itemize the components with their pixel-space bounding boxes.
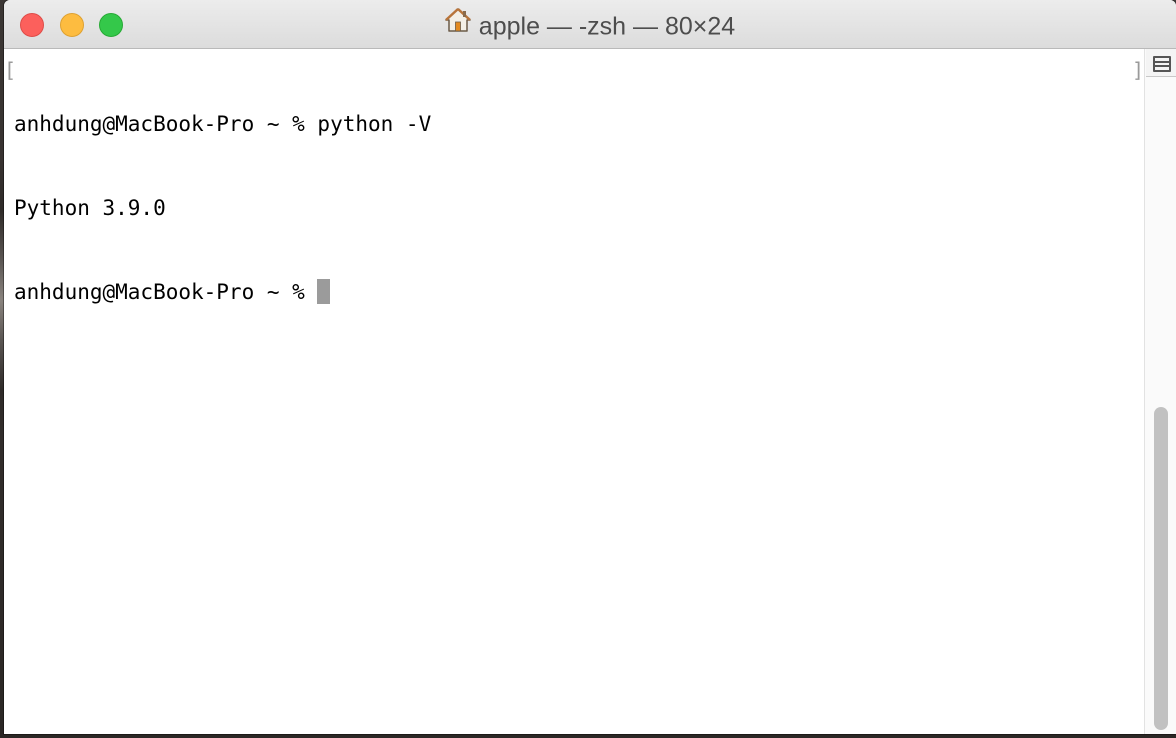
- terminal-text[interactable]: anhdung@MacBook-Pro ~ % python -V Python…: [14, 54, 431, 362]
- scrollbar-thumb[interactable]: [1154, 407, 1168, 730]
- split-view-icon: [1153, 56, 1171, 72]
- mark-bracket-right: ]: [1132, 58, 1145, 82]
- terminal-window: apple — -zsh — 80×24 [ ] anhdung@MacBook…: [4, 0, 1176, 734]
- prompt-text: anhdung@MacBook-Pro ~ %: [14, 280, 318, 304]
- home-icon: [444, 7, 471, 40]
- title-bar[interactable]: apple — -zsh — 80×24: [4, 0, 1176, 49]
- terminal-line: Python 3.9.0: [14, 196, 166, 220]
- window-title-text: apple — -zsh — 80×24: [478, 12, 736, 41]
- window-title: apple — -zsh — 80×24: [4, 7, 1176, 41]
- terminal-prompt-line: anhdung@MacBook-Pro ~ %: [14, 278, 431, 306]
- terminal-line: anhdung@MacBook-Pro ~ % python -V: [14, 112, 432, 136]
- scroll-gutter: [1144, 49, 1176, 734]
- terminal-content[interactable]: [ ] anhdung@MacBook-Pro ~ % python -V Py…: [4, 49, 1144, 734]
- text-cursor: [317, 279, 331, 304]
- split-pane-button[interactable]: [1146, 49, 1176, 77]
